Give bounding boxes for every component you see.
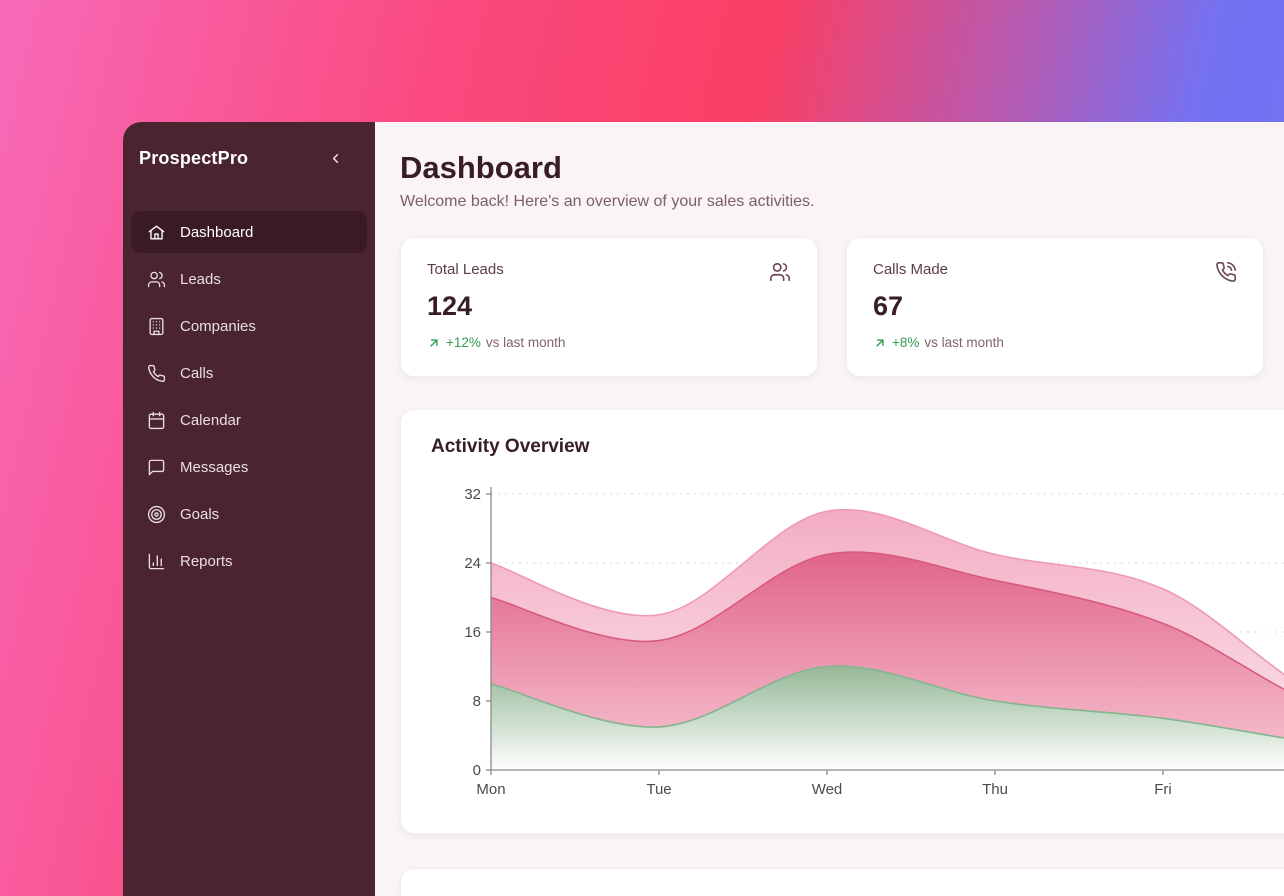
stat-label: Total Leads	[427, 261, 504, 278]
svg-text:0: 0	[473, 762, 481, 779]
users-icon	[769, 261, 791, 283]
activity-overview-card: Activity Overview 0 8 16 24 32 Mon Tue Wed Thu Fr…	[400, 409, 1284, 834]
page-subtitle: Welcome back! Here's an overview of your…	[400, 193, 1284, 211]
bottom-card-partial	[400, 868, 1284, 896]
activity-area-chart: 08162432MonTueWedThuFriSatSun	[431, 474, 1284, 810]
phone-call-icon	[1215, 261, 1237, 283]
stat-delta-note: vs last month	[486, 335, 566, 350]
sidebar: ProspectPro Dashboard Leads Companies Calls…	[123, 122, 375, 896]
calendar-icon	[147, 411, 166, 430]
phone-icon	[147, 364, 166, 383]
sidebar-item-label: Goals	[180, 506, 219, 523]
sidebar-item-calendar[interactable]: Calendar	[131, 399, 367, 441]
stats-row: Total Leads 124 +12% vs last month	[400, 237, 1284, 377]
sidebar-item-label: Reports	[180, 553, 233, 570]
stat-delta: +8%	[892, 335, 919, 350]
svg-text:Wed: Wed	[812, 781, 843, 798]
sidebar-item-label: Leads	[180, 271, 221, 288]
sidebar-item-label: Messages	[180, 459, 248, 476]
sidebar-item-messages[interactable]: Messages	[131, 446, 367, 488]
collapse-sidebar-button[interactable]	[326, 149, 345, 168]
sidebar-item-leads[interactable]: Leads	[131, 258, 367, 300]
sidebar-item-reports[interactable]: Reports	[131, 540, 367, 582]
sidebar-item-companies[interactable]: Companies	[131, 305, 367, 347]
brand-title: ProspectPro	[139, 148, 248, 169]
building-icon	[147, 317, 166, 336]
chart-wrap: 08162432MonTueWedThuFriSatSun	[431, 474, 1284, 815]
chevron-left-icon	[328, 151, 343, 166]
stat-card-calls-made: Calls Made 67 +8% vs last month	[846, 237, 1264, 377]
sidebar-item-label: Dashboard	[180, 224, 253, 241]
chart-title: Activity Overview	[431, 436, 1284, 458]
target-icon	[147, 505, 166, 524]
svg-text:16: 16	[464, 624, 481, 641]
app-window: ProspectPro Dashboard Leads Companies Calls…	[123, 122, 1284, 896]
bar-chart-icon	[147, 552, 166, 571]
users-icon	[147, 270, 166, 289]
brand-row: ProspectPro	[123, 122, 375, 189]
svg-text:Thu: Thu	[982, 781, 1008, 798]
svg-text:Fri: Fri	[1154, 781, 1172, 798]
sidebar-item-label: Companies	[180, 318, 256, 335]
sidebar-item-label: Calendar	[180, 412, 241, 429]
svg-text:24: 24	[464, 555, 481, 572]
message-square-icon	[147, 458, 166, 477]
stat-delta: +12%	[446, 335, 481, 350]
svg-text:8: 8	[473, 693, 481, 710]
page-title: Dashboard	[400, 150, 1284, 186]
stat-label: Calls Made	[873, 261, 948, 278]
sidebar-item-calls[interactable]: Calls	[131, 352, 367, 394]
stat-value: 67	[873, 291, 1237, 322]
sidebar-item-goals[interactable]: Goals	[131, 493, 367, 535]
trend-up-icon	[427, 336, 441, 350]
sidebar-item-label: Calls	[180, 365, 213, 382]
sidebar-nav: Dashboard Leads Companies Calls Calendar Mess…	[123, 211, 375, 582]
svg-text:Mon: Mon	[476, 781, 505, 798]
sidebar-item-dashboard[interactable]: Dashboard	[131, 211, 367, 253]
trend-up-icon	[873, 336, 887, 350]
svg-text:Tue: Tue	[646, 781, 671, 798]
stat-delta-note: vs last month	[924, 335, 1004, 350]
stat-card-total-leads: Total Leads 124 +12% vs last month	[400, 237, 818, 377]
svg-text:32: 32	[464, 486, 481, 503]
main-content: Dashboard Welcome back! Here's an overvi…	[375, 122, 1284, 896]
stat-value: 124	[427, 291, 791, 322]
home-icon	[147, 223, 166, 242]
